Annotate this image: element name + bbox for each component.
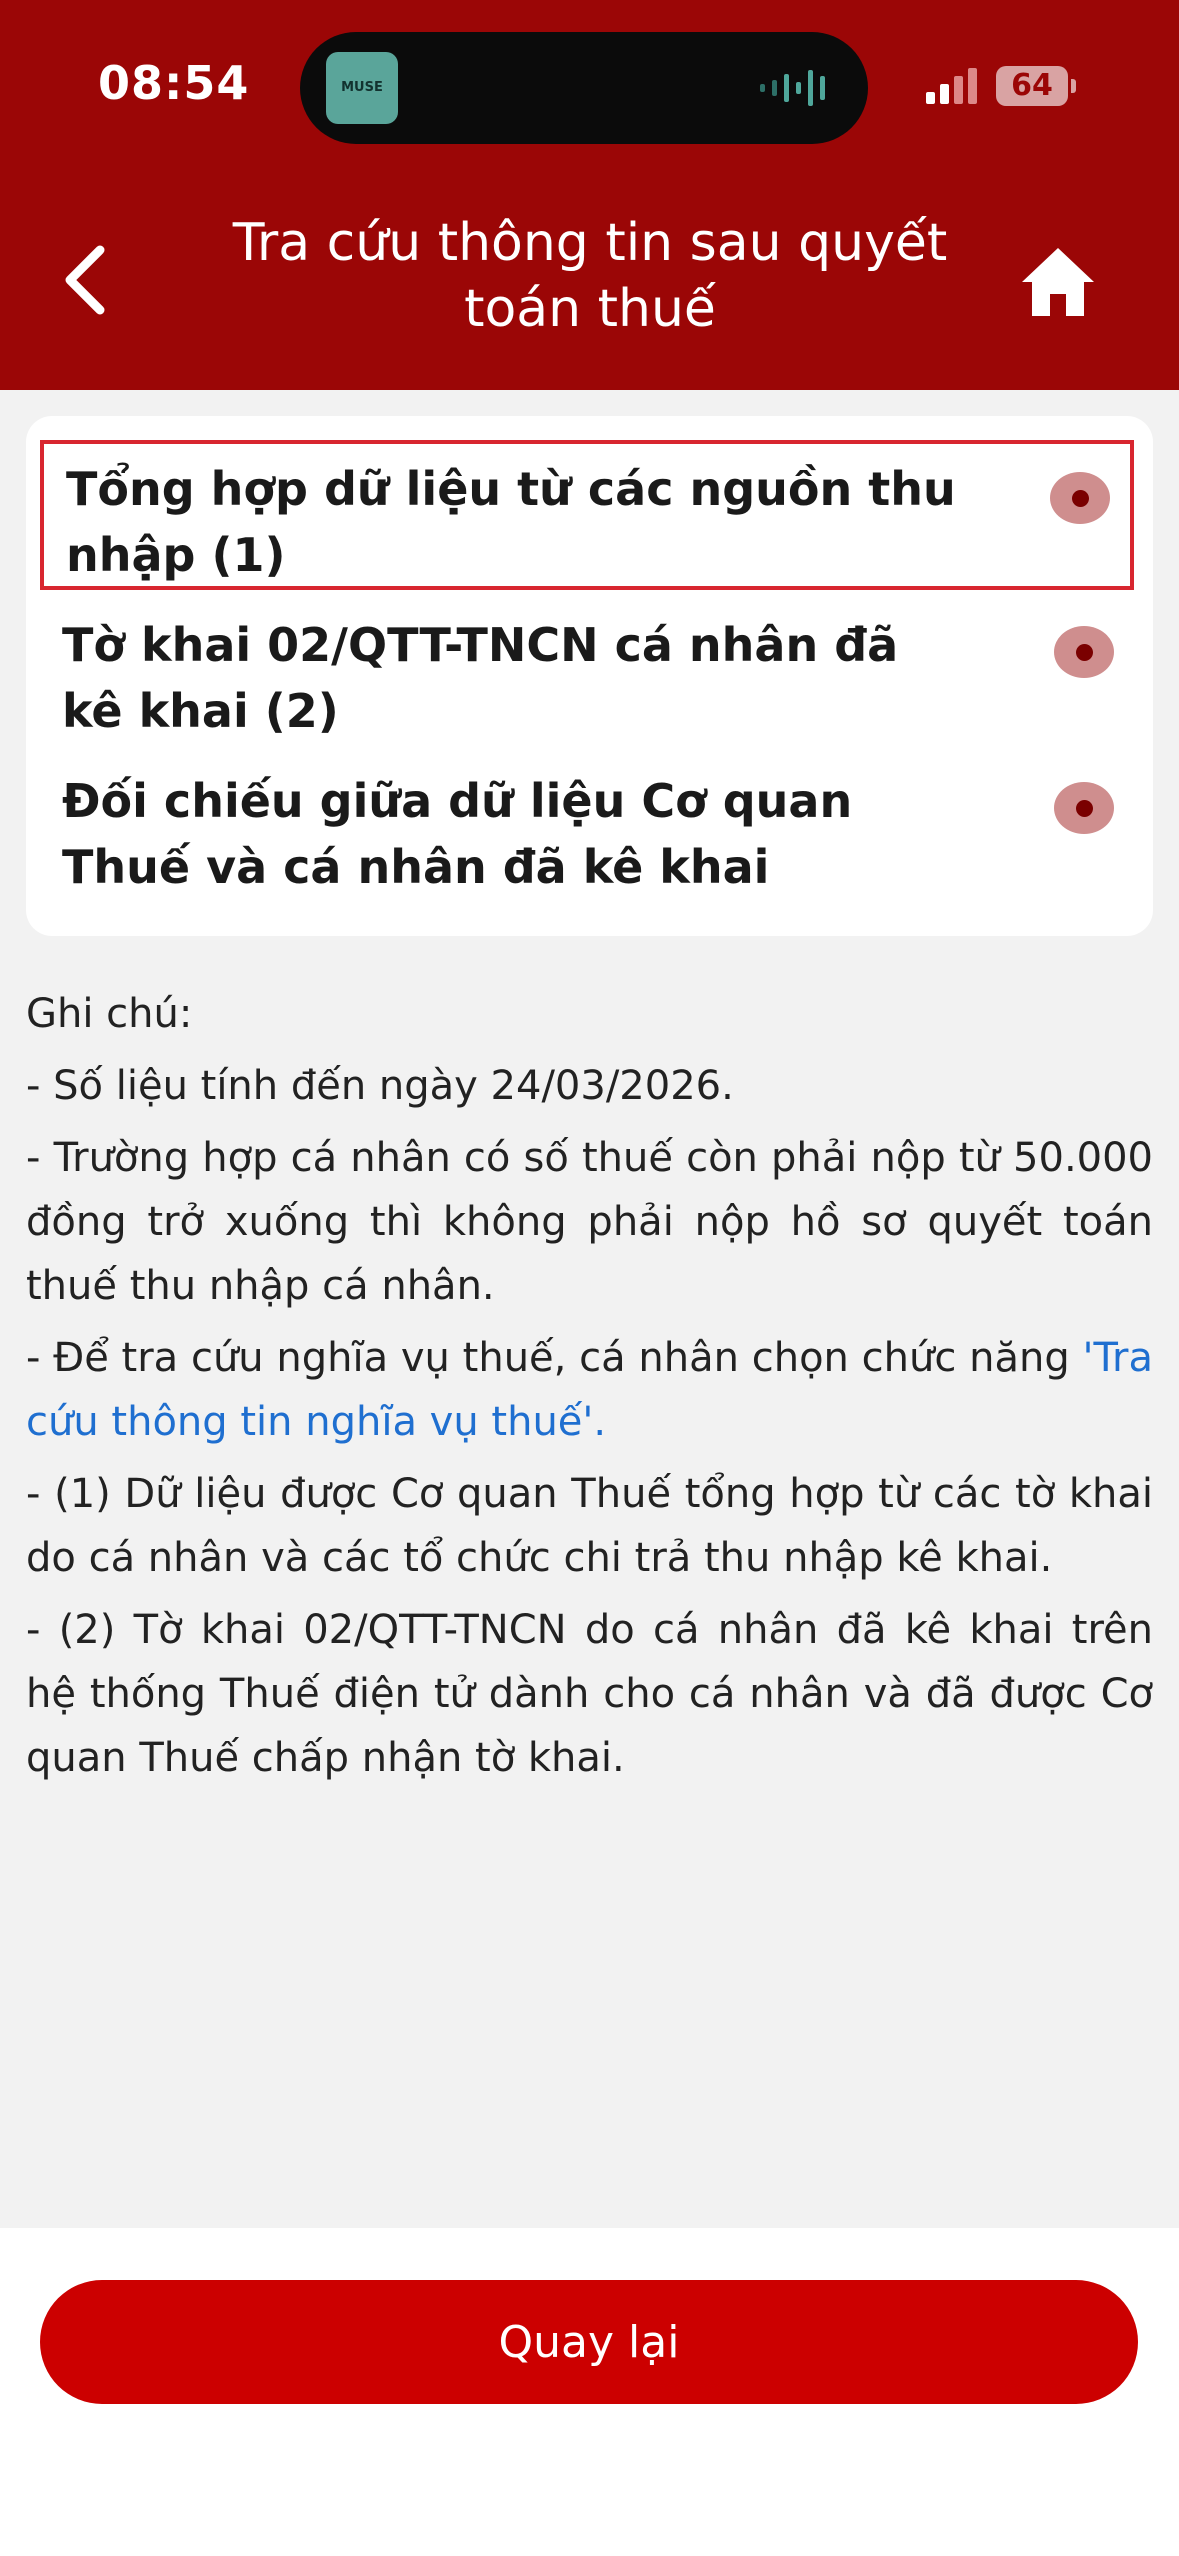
audio-waveform-icon bbox=[760, 70, 825, 106]
radio-icon[interactable] bbox=[1050, 472, 1110, 524]
status-time: 08:54 bbox=[98, 56, 250, 110]
option-declaration-02[interactable]: Tờ khai 02/QTT-TNCN cá nhân đã kê khai (… bbox=[40, 600, 1134, 750]
now-playing-artwork: MUSE bbox=[326, 52, 398, 124]
radio-icon[interactable] bbox=[1054, 626, 1114, 678]
option-label: Tờ khai 02/QTT-TNCN cá nhân đã kê khai (… bbox=[62, 618, 899, 738]
options-card: Tổng hợp dữ liệu từ các nguồn thu nhập (… bbox=[26, 416, 1153, 936]
note-footnote-1: - (1) Dữ liệu được Cơ quan Thuế tổng hợp… bbox=[26, 1471, 1153, 1581]
battery-indicator: 64 bbox=[996, 66, 1076, 106]
notes-section: Ghi chú: - Số liệu tính đến ngày 24/03/2… bbox=[26, 982, 1153, 1798]
note-lookup: - Để tra cứu nghĩa vụ thuế, cá nhân chọn… bbox=[26, 1326, 1153, 1454]
note-footnote-2: - (2) Tờ khai 02/QTT-TNCN do cá nhân đã … bbox=[26, 1607, 1153, 1781]
cellular-signal-icon bbox=[926, 68, 977, 104]
option-label: Tổng hợp dữ liệu từ các nguồn thu nhập (… bbox=[66, 462, 956, 582]
note-data-date: - Số liệu tính đến ngày 24/03/2026. bbox=[26, 1063, 734, 1109]
option-label: Đối chiếu giữa dữ liệu Cơ quan Thuế và c… bbox=[62, 774, 853, 894]
app-header: 08:54 MUSE 64 Tra cứu thông tin sau quyế… bbox=[0, 0, 1179, 390]
option-income-summary[interactable]: Tổng hợp dữ liệu từ các nguồn thu nhập (… bbox=[40, 440, 1134, 590]
note-threshold: - Trường hợp cá nhân có số thuế còn phải… bbox=[26, 1135, 1153, 1309]
footer-bar: Quay lại bbox=[0, 2228, 1179, 2556]
note-lookup-text: - Để tra cứu nghĩa vụ thuế, cá nhân chọn… bbox=[26, 1335, 1070, 1381]
back-button[interactable]: Quay lại bbox=[40, 2280, 1138, 2404]
home-icon[interactable] bbox=[1018, 244, 1098, 320]
notes-heading: Ghi chú: bbox=[26, 991, 193, 1037]
page-title: Tra cứu thông tin sau quyết toán thuế bbox=[232, 213, 948, 339]
dynamic-island: MUSE bbox=[300, 32, 868, 144]
radio-icon[interactable] bbox=[1054, 782, 1114, 834]
back-arrow-icon[interactable] bbox=[56, 240, 116, 320]
option-compare-data[interactable]: Đối chiếu giữa dữ liệu Cơ quan Thuế và c… bbox=[40, 756, 1134, 906]
